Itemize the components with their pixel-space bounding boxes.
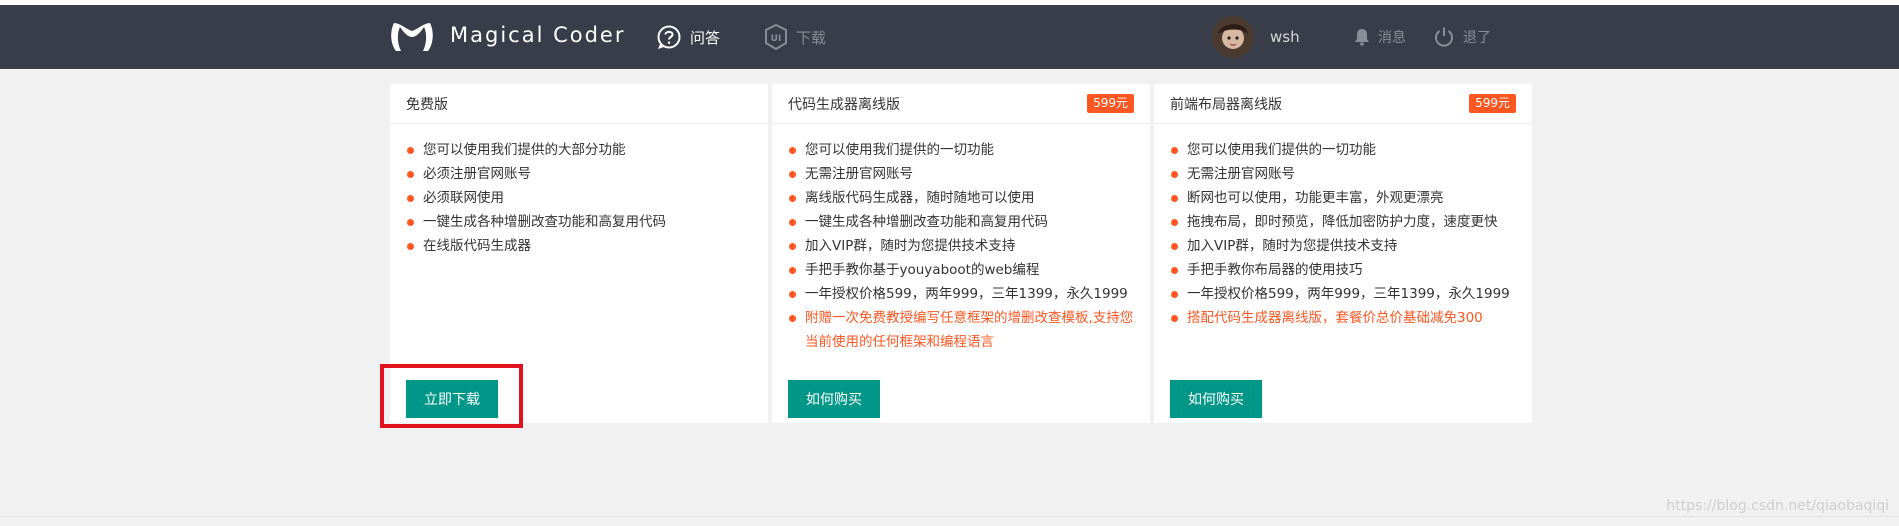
power-icon	[1435, 27, 1453, 47]
feature-item: 一年授权价格599，两年999，三年1399，永久1999	[788, 282, 1134, 306]
plan-card-layout: 前端布局器离线版 599元 您可以使用我们提供的一切功能 无需注册官网账号 断网…	[1154, 84, 1532, 423]
feature-list: 您可以使用我们提供的一切功能 无需注册官网账号 断网也可以使用，功能更丰富，外观…	[1154, 124, 1532, 330]
logo-icon	[391, 23, 433, 51]
question-icon	[657, 25, 681, 49]
how-to-buy-button[interactable]: 如何购买	[788, 380, 880, 418]
nav-exit[interactable]: 退了	[1433, 5, 1491, 69]
feature-item: 拖拽布局，即时预览，降低加密防护力度，速度更快	[1170, 210, 1516, 234]
plan-card-codegen: 代码生成器离线版 599元 您可以使用我们提供的一切功能 无需注册官网账号 离线…	[772, 84, 1150, 423]
nav-messages[interactable]: 消息	[1354, 5, 1406, 69]
watermark: https://blog.csdn.net/qiaobaqiqi	[1666, 498, 1889, 514]
feature-item: 加入VIP群，随时为您提供技术支持	[1170, 234, 1516, 258]
card-header: 代码生成器离线版 599元	[772, 84, 1150, 124]
how-to-buy-button[interactable]: 如何购买	[1170, 380, 1262, 418]
feature-item: 您可以使用我们提供的一切功能	[1170, 138, 1516, 162]
bottom-divider	[0, 516, 1899, 517]
feature-item: 离线版代码生成器，随时随地可以使用	[788, 186, 1134, 210]
feature-item: 您可以使用我们提供的大部分功能	[406, 138, 752, 162]
feature-item: 一年授权价格599，两年999，三年1399，永久1999	[1170, 282, 1516, 306]
card-title: 前端布局器离线版	[1170, 96, 1282, 113]
feature-list: 您可以使用我们提供的大部分功能 必须注册官网账号 必须联网使用 一键生成各种增删…	[390, 124, 768, 258]
nav-messages-label: 消息	[1378, 30, 1406, 46]
nav-qa-label: 问答	[690, 28, 721, 47]
bell-icon	[1355, 29, 1369, 46]
avatar-image-icon	[1212, 16, 1254, 58]
nav-qa[interactable]: 问答	[656, 5, 720, 69]
nav-exit-label: 退了	[1463, 30, 1491, 46]
feature-item: 手把手教你基于youyaboot的web编程	[788, 258, 1134, 282]
card-title: 代码生成器离线版	[788, 96, 900, 113]
feature-item: 必须联网使用	[406, 186, 752, 210]
annotation-highlight-box	[380, 364, 523, 428]
avatar[interactable]	[1212, 16, 1254, 58]
username[interactable]: wsh	[1270, 28, 1300, 46]
card-header: 免费版	[390, 84, 768, 124]
price-badge: 599元	[1469, 94, 1516, 113]
price-badge: 599元	[1087, 94, 1134, 113]
navbar: Magical Coder 问答 UI 下载 wsh 消息 退了	[0, 5, 1899, 69]
feature-item: 必须注册官网账号	[406, 162, 752, 186]
feature-item: 在线版代码生成器	[406, 234, 752, 258]
feature-item: 无需注册官网账号	[788, 162, 1134, 186]
ui-shield-icon: UI	[765, 24, 787, 50]
card-header: 前端布局器离线版 599元	[1154, 84, 1532, 124]
svg-text:UI: UI	[771, 34, 782, 44]
feature-item: 您可以使用我们提供的一切功能	[788, 138, 1134, 162]
feature-item-highlight: 搭配代码生成器离线版，套餐价总价基础减免300	[1170, 306, 1516, 330]
feature-item: 一键生成各种增删改查功能和高复用代码	[406, 210, 752, 234]
feature-item-highlight: 附赠一次免费教授编写任意框架的增删改查模板,支持您当前使用的任何框架和编程语言	[788, 306, 1134, 354]
feature-item: 断网也可以使用，功能更丰富，外观更漂亮	[1170, 186, 1516, 210]
card-title: 免费版	[406, 96, 448, 113]
feature-item: 无需注册官网账号	[1170, 162, 1516, 186]
feature-item: 加入VIP群，随时为您提供技术支持	[788, 234, 1134, 258]
feature-list: 您可以使用我们提供的一切功能 无需注册官网账号 离线版代码生成器，随时随地可以使…	[772, 124, 1150, 354]
brand-name[interactable]: Magical Coder	[450, 23, 625, 47]
feature-item: 一键生成各种增删改查功能和高复用代码	[788, 210, 1134, 234]
nav-download[interactable]: UI 下载	[764, 5, 826, 69]
nav-download-label: 下载	[796, 28, 827, 47]
feature-item: 手把手教你布局器的使用技巧	[1170, 258, 1516, 282]
